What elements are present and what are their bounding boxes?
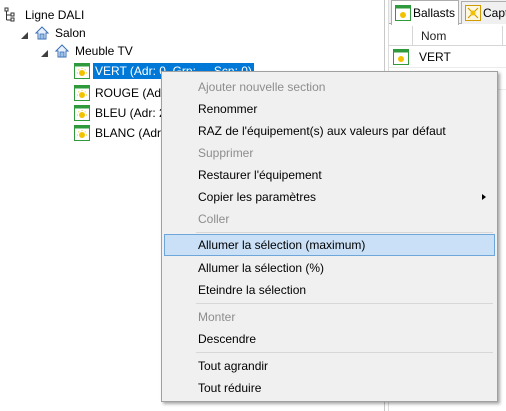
tree-node-meuble-tv[interactable]: Meuble TV bbox=[40, 42, 135, 60]
collapse-arrow-icon[interactable] bbox=[20, 29, 29, 39]
menu-item-supprimer: Supprimer bbox=[198, 146, 254, 160]
ballast-icon bbox=[74, 85, 90, 101]
grid-cell-name: VERT bbox=[419, 49, 451, 64]
ballast-icon bbox=[74, 105, 90, 121]
tab-strip: Ballasts Capt bbox=[389, 0, 506, 25]
tree-node-label: BLEU (Adr: 2 bbox=[95, 106, 166, 120]
tree-node-salon[interactable]: Salon bbox=[20, 24, 88, 42]
ballast-icon bbox=[395, 5, 411, 21]
menu-separator bbox=[196, 303, 493, 304]
menu-item-descendre[interactable]: Descendre bbox=[164, 328, 495, 350]
table-row[interactable]: VERT bbox=[389, 46, 506, 68]
menu-item-eteindre-selection[interactable]: Eteindre la sélection bbox=[164, 279, 495, 301]
collapse-arrow-icon[interactable] bbox=[40, 47, 49, 57]
tab-ballasts[interactable]: Ballasts bbox=[391, 0, 460, 25]
submenu-arrow-icon bbox=[482, 194, 486, 200]
menu-item-tout-agrandir[interactable]: Tout agrandir bbox=[164, 355, 495, 377]
ballast-icon bbox=[74, 125, 90, 141]
menu-item-allumer-pourcentage[interactable]: Allumer la sélection (%) bbox=[164, 257, 495, 279]
menu-item-label: Copier les paramètres bbox=[198, 190, 317, 204]
tree-node-label: Meuble TV bbox=[75, 44, 133, 58]
grid-header: Nom bbox=[389, 26, 506, 46]
menu-item-allumer-maximum[interactable]: Allumer la sélection (maximum) bbox=[164, 234, 495, 256]
menu-separator bbox=[196, 232, 493, 233]
tab-label: Ballasts bbox=[413, 6, 456, 20]
tree-node-ballast-blanc[interactable]: BLANC (Adr bbox=[74, 124, 163, 142]
menu-item-coller: Coller bbox=[198, 212, 230, 226]
tree-node-ligne-dali[interactable]: Ligne DALI bbox=[4, 6, 86, 24]
tree-node-label: Salon bbox=[55, 26, 86, 40]
tree-node-ballast-bleu[interactable]: BLEU (Adr: 2 bbox=[74, 104, 168, 122]
section-icon bbox=[54, 43, 70, 59]
menu-item-raz-valeurs-defaut[interactable]: RAZ de l'équipement(s) aux valeurs par d… bbox=[164, 120, 495, 142]
menu-separator bbox=[196, 352, 493, 353]
room-icon bbox=[34, 25, 50, 41]
menu-item-monter: Monter bbox=[198, 310, 236, 324]
tree-node-label: ROUGE (Adr bbox=[95, 86, 166, 100]
grid-corner bbox=[389, 26, 413, 45]
column-header-nom[interactable]: Nom bbox=[413, 26, 503, 45]
dali-line-icon bbox=[4, 7, 20, 23]
ballast-icon bbox=[74, 63, 90, 79]
tree-node-label: BLANC (Adr bbox=[95, 126, 162, 140]
menu-item-restaurer-equipement[interactable]: Restaurer l'équipement bbox=[164, 164, 495, 186]
tab-capteurs[interactable]: Capt bbox=[461, 1, 506, 24]
tree-node-label: Ligne DALI bbox=[25, 8, 85, 22]
ballast-icon bbox=[393, 48, 409, 65]
context-menu: Ajouter nouvelle section Renommer RAZ de… bbox=[161, 71, 498, 402]
grid-cell-icon bbox=[389, 48, 413, 65]
sensor-icon bbox=[465, 5, 481, 21]
menu-item-copier-parametres[interactable]: Copier les paramètres bbox=[164, 186, 495, 208]
menu-item-renommer[interactable]: Renommer bbox=[164, 98, 495, 120]
tab-label: Capt bbox=[483, 6, 506, 20]
menu-item-ajouter-nouvelle-section: Ajouter nouvelle section bbox=[198, 80, 326, 94]
tree-node-ballast-rouge[interactable]: ROUGE (Adr bbox=[74, 84, 167, 102]
menu-item-tout-reduire[interactable]: Tout réduire bbox=[164, 377, 495, 399]
